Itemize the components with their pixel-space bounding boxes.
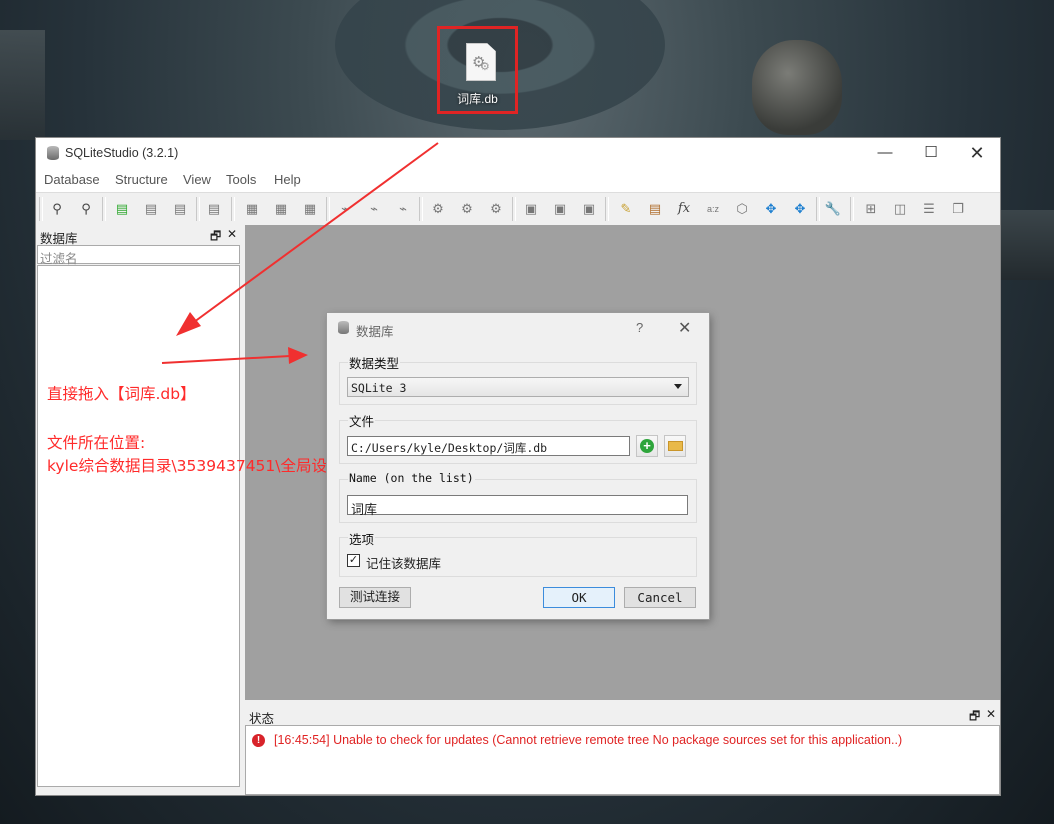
close-panel-icon[interactable]: ✕ [227, 227, 237, 241]
status-message: [16:45:54] Unable to check for updates (… [274, 733, 903, 747]
refresh-db-icon[interactable]: ▤ [204, 199, 224, 219]
tile-vertical-icon[interactable]: ◫ [890, 199, 910, 219]
file-path-input[interactable]: C:/Users/kyle/Desktop/词库.db [347, 436, 630, 456]
cancel-button[interactable]: Cancel [624, 587, 696, 608]
gear-small-icon: ⚙ [480, 61, 490, 73]
menu-database[interactable]: Database [44, 172, 100, 187]
create-file-button[interactable]: + [636, 435, 658, 457]
sql-editor-icon[interactable]: ✎ [616, 199, 636, 219]
tile-windows-icon[interactable]: ⊞ [861, 199, 881, 219]
chevron-down-icon [674, 384, 682, 389]
browse-file-button[interactable] [664, 435, 686, 457]
ddl-history-icon[interactable]: ▤ [645, 199, 665, 219]
help-button[interactable]: ? [636, 320, 643, 335]
db-type-label: 数据类型 [348, 353, 401, 372]
annotation-drag: 直接拖入【词库.db】 [47, 385, 196, 403]
desktop-wallpaper-structure [0, 30, 45, 140]
name-label: Name (on the list) [348, 471, 475, 485]
main-toolbar: ⚲ ⚲ ▤ ▤ ▤ ▤ ▦ ▦ ▦ ⌁ ⌁ ⌁ ⚙ ⚙ ⚙ ▣ ▣ ▣ ✎ ▤ … [36, 192, 1000, 226]
edit-table-icon[interactable]: ▦ [271, 199, 291, 219]
edit-view-icon[interactable]: ▣ [550, 199, 570, 219]
delete-trigger-icon[interactable]: ⚙ [486, 199, 506, 219]
dialog-title: 数据库 [356, 325, 394, 339]
cascade-windows-icon[interactable]: ❐ [948, 199, 968, 219]
edit-trigger-icon[interactable]: ⚙ [457, 199, 477, 219]
menu-bar: Database Structure View Tools Help [36, 168, 1000, 192]
database-tree[interactable] [37, 265, 240, 787]
add-table-icon[interactable]: ▦ [242, 199, 262, 219]
collation-editor-icon[interactable]: a:z [703, 199, 723, 219]
tile-horizontal-icon[interactable]: ☰ [919, 199, 939, 219]
menu-view[interactable]: View [183, 172, 211, 187]
add-trigger-icon[interactable]: ⚙ [428, 199, 448, 219]
app-db-icon [47, 146, 59, 160]
filter-input[interactable]: 过滤名 [37, 245, 240, 266]
config-icon[interactable]: 🔧 [823, 199, 843, 219]
menu-help[interactable]: Help [274, 172, 301, 187]
database-icon [338, 321, 349, 334]
remove-db-icon[interactable]: ▤ [170, 199, 190, 219]
desktop-wallpaper-figure [752, 40, 842, 135]
extension-manager-icon[interactable]: ⬡ [732, 199, 752, 219]
edit-index-icon[interactable]: ⌁ [364, 199, 384, 219]
annotation-location-label: 文件所在位置: [47, 434, 146, 452]
delete-index-icon[interactable]: ⌁ [393, 199, 413, 219]
edit-db-icon[interactable]: ▤ [141, 199, 161, 219]
status-panel: 状态 🗗 ✕ ! [16:45:54] Unable to check for … [245, 705, 1000, 795]
plus-icon: + [640, 439, 654, 453]
error-icon: ! [252, 734, 265, 747]
status-log: ! [16:45:54] Unable to check for updates… [245, 725, 1000, 795]
menu-tools[interactable]: Tools [226, 172, 256, 187]
menu-structure[interactable]: Structure [115, 172, 168, 187]
remember-label: 记住该数据库 [366, 557, 442, 571]
delete-table-icon[interactable]: ▦ [300, 199, 320, 219]
db-type-value: SQLite 3 [351, 381, 407, 395]
add-db-icon[interactable]: ▤ [112, 199, 132, 219]
dialog-close-button[interactable]: ✕ [678, 318, 691, 338]
desktop-wallpaper-structure-right [1000, 210, 1054, 280]
desktop-file-icon[interactable]: ⚙ ⚙ 词库.db [437, 26, 518, 114]
minimize-button[interactable]: — [862, 138, 908, 168]
database-panel: 数据库 🗗 ✕ 过滤名 [36, 225, 241, 787]
database-dialog: 数据库 ? ✕ 数据类型 SQLite 3 文件 C:/Users/kyle/D… [327, 313, 709, 619]
import-icon[interactable]: ✥ [761, 199, 781, 219]
add-index-icon[interactable]: ⌁ [335, 199, 355, 219]
function-editor-icon[interactable]: fx [674, 199, 694, 219]
name-input[interactable]: 词库 [347, 495, 688, 517]
delete-view-icon[interactable]: ▣ [579, 199, 599, 219]
close-button[interactable]: ✕ [954, 138, 1000, 168]
options-label: 选项 [348, 529, 376, 548]
window-title: SQLiteStudio (3.2.1) [65, 146, 179, 160]
remember-checkbox[interactable]: ✓ [347, 554, 360, 567]
folder-icon [668, 441, 683, 451]
connect-db-icon[interactable]: ⚲ [47, 199, 67, 219]
file-label: 文件 [348, 411, 376, 430]
close-status-icon[interactable]: ✕ [986, 707, 996, 721]
maximize-button[interactable]: ☐ [908, 138, 954, 168]
title-bar[interactable]: SQLiteStudio (3.2.1) — ☐ ✕ [36, 138, 1000, 168]
test-connection-button[interactable]: 测试连接 [339, 587, 411, 608]
add-view-icon[interactable]: ▣ [521, 199, 541, 219]
db-type-select[interactable]: SQLite 3 [347, 377, 689, 397]
disconnect-db-icon[interactable]: ⚲ [76, 199, 96, 219]
export-icon[interactable]: ✥ [790, 199, 810, 219]
desktop-file-label: 词库.db [457, 92, 498, 106]
ok-button[interactable]: OK [543, 587, 615, 608]
